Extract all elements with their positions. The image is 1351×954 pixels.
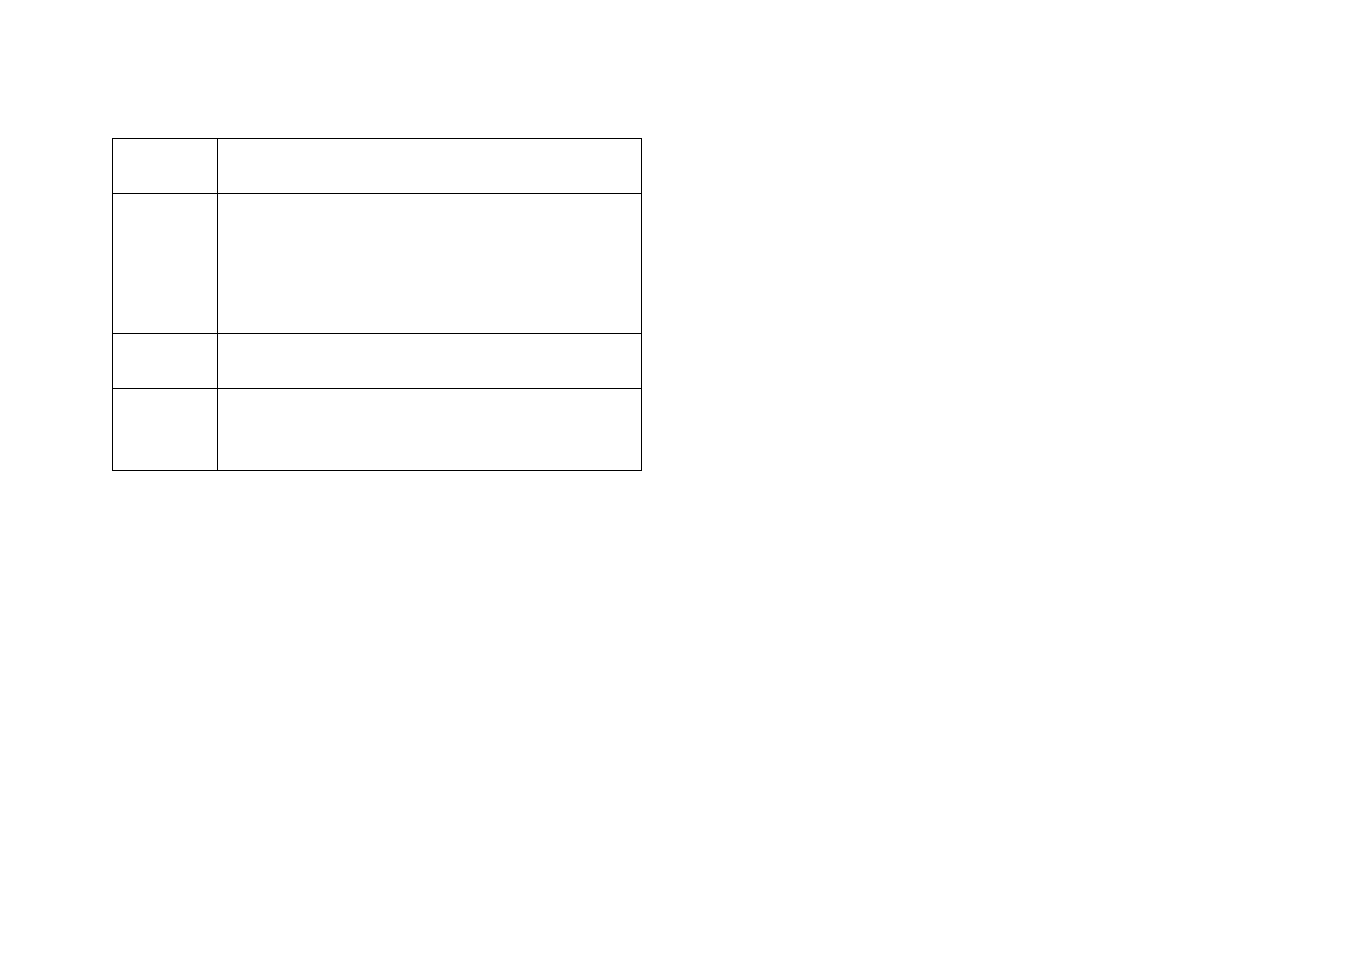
table-row — [113, 389, 642, 471]
table-cell — [113, 389, 218, 471]
table-row — [113, 334, 642, 389]
table-cell — [113, 139, 218, 194]
table-row — [113, 139, 642, 194]
table-cell — [217, 334, 641, 389]
data-table — [112, 138, 642, 471]
table-cell — [217, 139, 641, 194]
table-container — [112, 138, 642, 471]
table-row — [113, 194, 642, 334]
table-cell — [217, 194, 641, 334]
table-cell — [217, 389, 641, 471]
table-cell — [113, 194, 218, 334]
table-cell — [113, 334, 218, 389]
